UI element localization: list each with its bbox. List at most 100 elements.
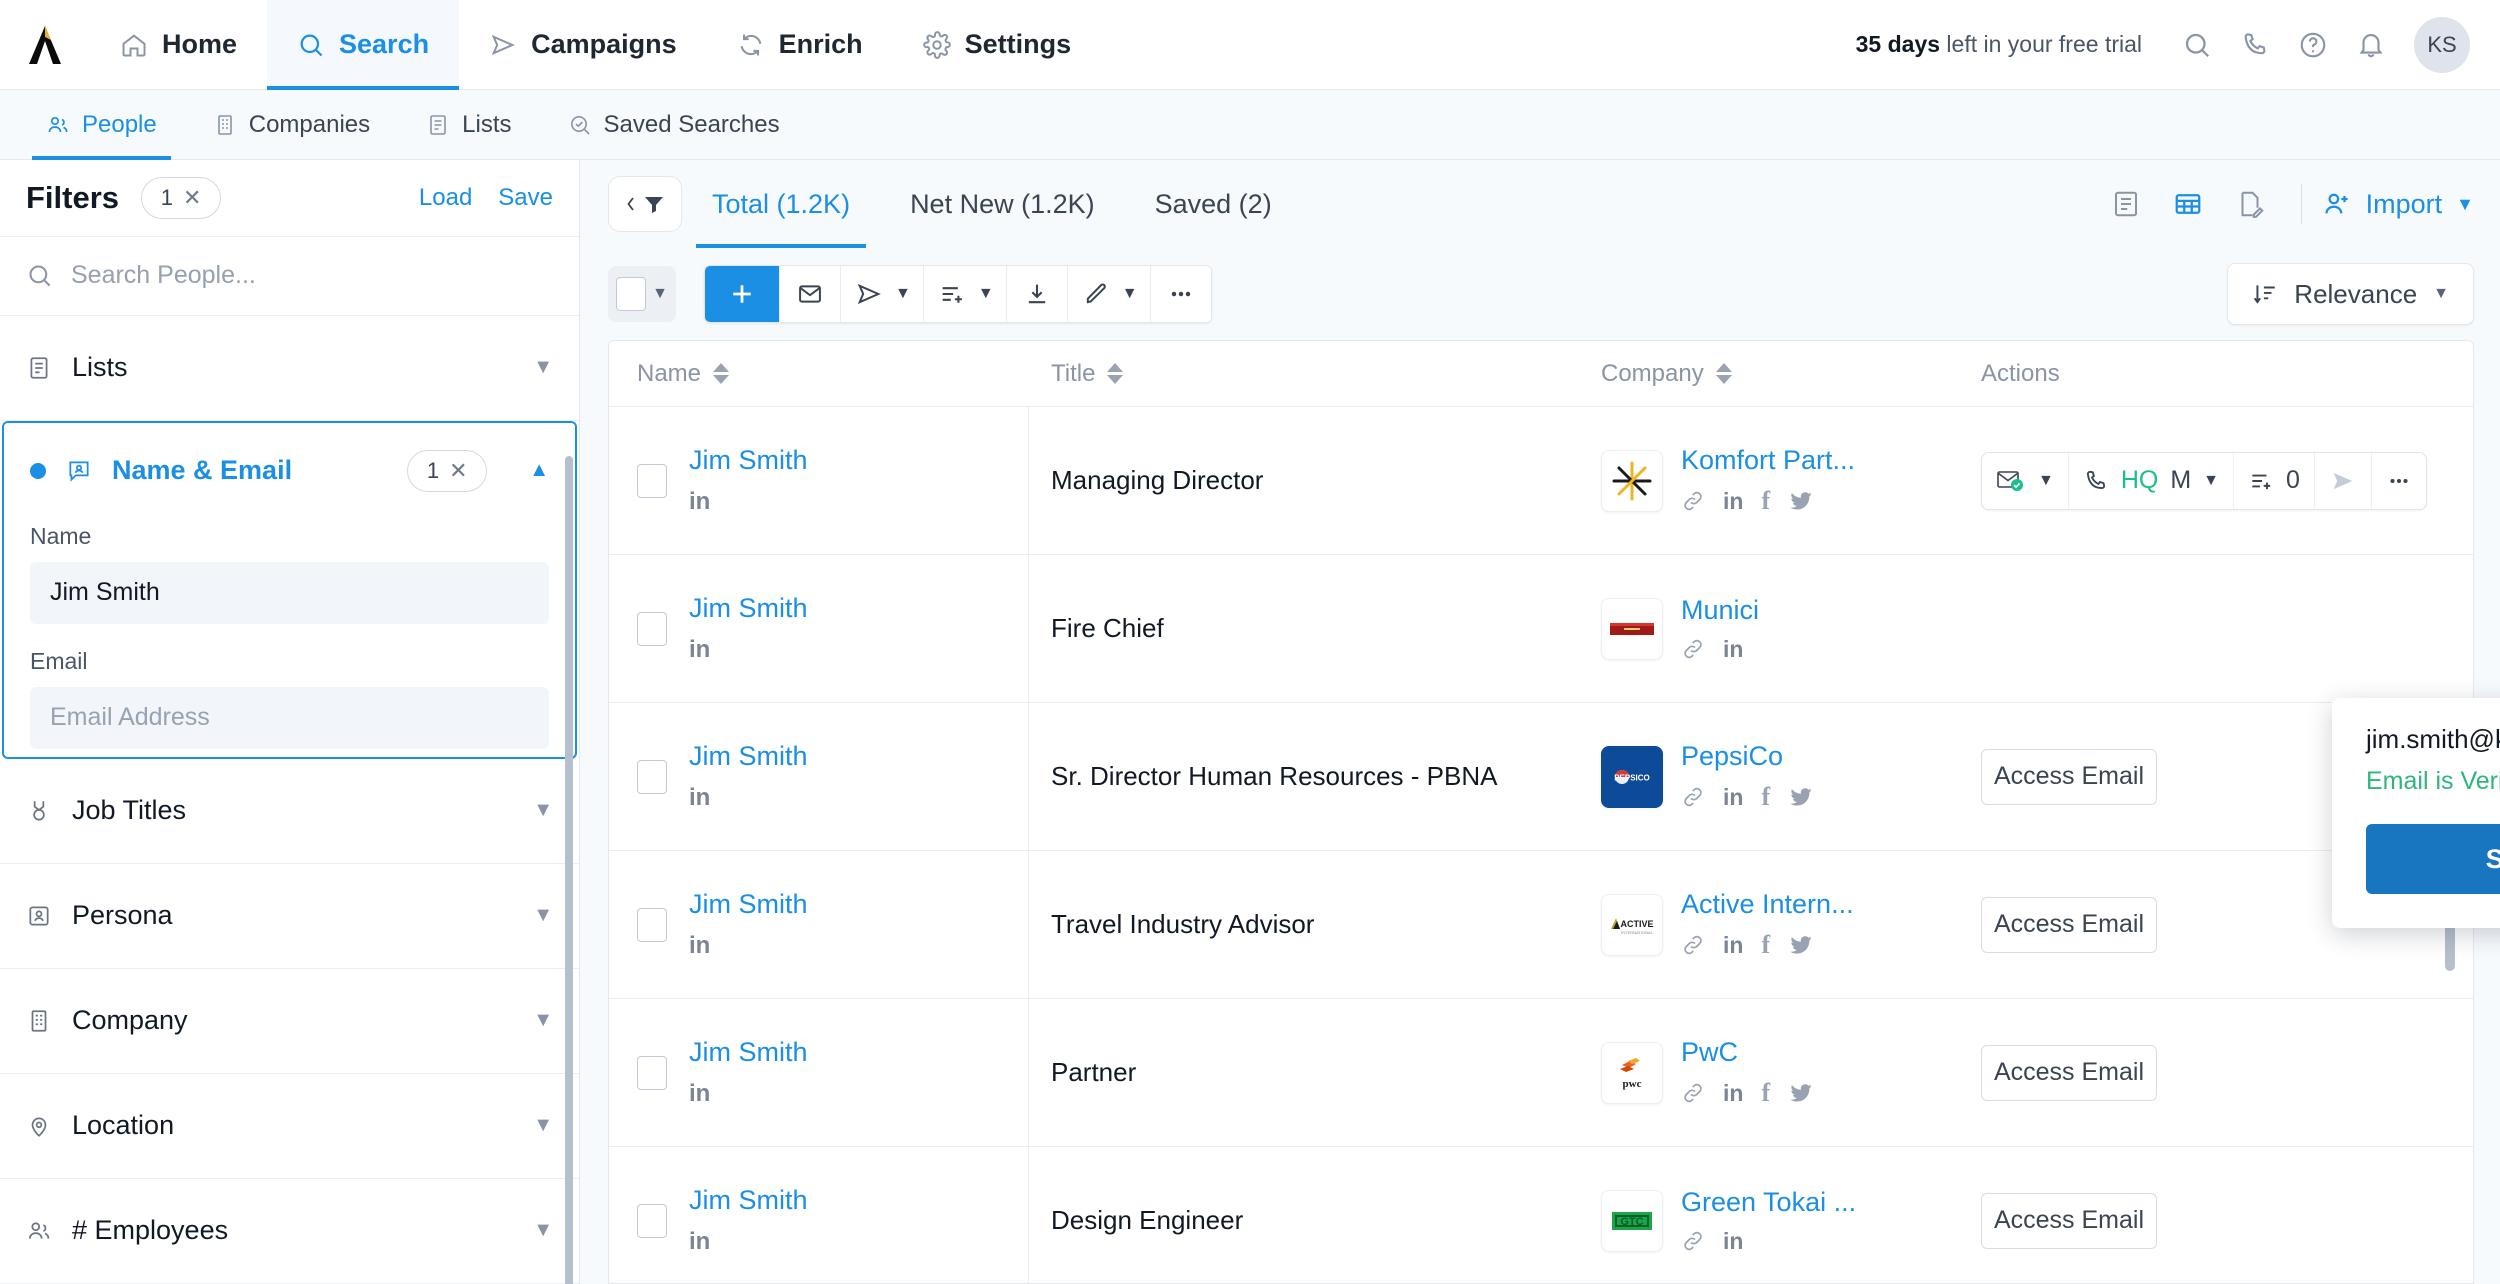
sort-arrows-icon[interactable] [1107, 363, 1124, 384]
linkedin-icon[interactable]: in [1723, 1228, 1743, 1255]
phone-icon[interactable] [2226, 16, 2284, 74]
collapse-filter-icon[interactable] [608, 176, 682, 232]
row-checkbox[interactable] [637, 1055, 667, 1090]
chevron-down-icon[interactable]: ▼ [2456, 194, 2474, 215]
name-email-count-pill[interactable]: 1 ✕ [407, 449, 488, 492]
app-logo[interactable] [0, 24, 90, 66]
table-view-icon[interactable] [2157, 173, 2219, 235]
link-icon[interactable] [1681, 489, 1705, 513]
person-name-link[interactable]: Jim Smith [689, 889, 808, 920]
save-filters-button[interactable]: Save [498, 184, 553, 212]
linkedin-icon[interactable]: in [689, 784, 808, 812]
nav-item-settings[interactable]: Settings [893, 0, 1102, 90]
link-icon[interactable] [1681, 785, 1705, 809]
facebook-icon[interactable]: f [1761, 486, 1770, 516]
chevron-down-icon[interactable]: ▼ [652, 285, 668, 303]
tab-companies[interactable]: Companies [185, 90, 398, 160]
help-icon[interactable] [2284, 16, 2342, 74]
chevron-down-icon[interactable]: ▼ [533, 1114, 553, 1137]
download-button[interactable] [1006, 266, 1068, 322]
row-checkbox[interactable] [637, 611, 667, 646]
link-icon[interactable] [1681, 1081, 1705, 1105]
linkedin-icon[interactable]: in [689, 636, 808, 664]
facet-job-titles[interactable]: Job Titles ▼ [0, 758, 579, 864]
link-icon[interactable] [1681, 933, 1705, 957]
select-all-dropdown[interactable]: ▼ [608, 266, 676, 322]
access-email-button[interactable]: Access Email [1981, 1044, 2157, 1101]
company-name-link[interactable]: PwC [1681, 1037, 1814, 1068]
filters-count-pill[interactable]: 1 ✕ [141, 176, 222, 219]
chevron-up-icon[interactable]: ▲ [529, 459, 549, 482]
chevron-down-icon[interactable]: ▼ [533, 904, 553, 927]
access-email-button[interactable]: Access Email [1981, 896, 2157, 953]
facebook-icon[interactable]: f [1761, 782, 1770, 812]
twitter-icon[interactable] [1788, 1080, 1814, 1106]
linkedin-icon[interactable]: in [1723, 932, 1743, 959]
company-name-link[interactable]: Komfort Part... [1681, 445, 1855, 476]
row-checkbox[interactable] [637, 463, 667, 498]
person-name-link[interactable]: Jim Smith [689, 1185, 808, 1216]
email-status-button[interactable]: ▼ [1982, 452, 2069, 509]
avatar[interactable]: KS [2414, 16, 2470, 73]
send-an-email-button[interactable]: Send an Email [2366, 824, 2500, 894]
clear-filters-icon[interactable]: ✕ [183, 185, 201, 211]
link-icon[interactable] [1681, 637, 1705, 661]
select-all-checkbox[interactable] [616, 277, 647, 311]
chevron-down-icon[interactable]: ▼ [2038, 472, 2054, 490]
facet-persona[interactable]: Persona ▼ [0, 863, 579, 969]
more-button[interactable] [1150, 266, 1211, 322]
add-to-list-button[interactable]: ▼ [923, 266, 1007, 322]
person-name-link[interactable]: Jim Smith [689, 593, 808, 624]
column-header-name[interactable]: Name [609, 360, 1029, 388]
column-header-company[interactable]: Company [1579, 360, 1959, 388]
sort-arrows-icon[interactable] [713, 363, 730, 384]
person-name-link[interactable]: Jim Smith [689, 1037, 808, 1068]
linkedin-icon[interactable]: in [1723, 488, 1743, 515]
doc-view-icon[interactable] [2219, 173, 2281, 235]
company-name-link[interactable]: Green Tokai ... [1681, 1187, 1856, 1218]
name-field[interactable] [30, 561, 549, 624]
tab-total[interactable]: Total (1.2K) [682, 160, 880, 248]
more-button[interactable] [2372, 453, 2426, 509]
facet-location[interactable]: Location ▼ [0, 1073, 579, 1179]
facebook-icon[interactable]: f [1761, 930, 1770, 960]
nav-item-campaigns[interactable]: Campaigns [459, 0, 707, 90]
email-field[interactable] [30, 686, 549, 749]
edit-button[interactable]: ▼ [1067, 266, 1151, 322]
chevron-down-icon[interactable]: ▼ [533, 799, 553, 822]
tab-saved[interactable]: Saved (2) [1125, 160, 1302, 248]
linkedin-icon[interactable]: in [1723, 784, 1743, 811]
tab-people[interactable]: People [18, 90, 185, 160]
column-header-title[interactable]: Title [1029, 360, 1579, 388]
facet-employees[interactable]: # Employees ▼ [0, 1178, 579, 1284]
link-icon[interactable] [1681, 1229, 1705, 1253]
clear-name-email-icon[interactable]: ✕ [449, 458, 467, 484]
sidebar-search-box[interactable] [0, 237, 579, 316]
tab-lists[interactable]: Lists [398, 90, 539, 160]
facebook-icon[interactable]: f [1761, 1078, 1770, 1108]
chevron-down-icon[interactable]: ▼ [978, 285, 994, 303]
chevron-down-icon[interactable]: ▼ [2433, 285, 2449, 303]
sequence-button[interactable]: ▼ [841, 266, 924, 322]
phone-numbers-button[interactable]: HQ M ▼ [2069, 452, 2235, 509]
chevron-down-icon[interactable]: ▼ [533, 1009, 553, 1032]
chevron-down-icon[interactable]: ▼ [895, 285, 911, 303]
linkedin-icon[interactable]: in [689, 932, 808, 960]
email-button[interactable] [780, 266, 841, 322]
facet-name-email-header[interactable]: Name & Email 1 ✕ ▲ [4, 422, 575, 519]
add-to-list-count-button[interactable]: 0 [2234, 452, 2315, 509]
access-email-button[interactable]: Access Email [1981, 748, 2157, 805]
sidebar-scrollbar[interactable] [565, 456, 573, 1284]
list-view-icon[interactable] [2095, 173, 2157, 235]
import-button[interactable]: Import ▼ [2322, 189, 2474, 220]
nav-item-enrich[interactable]: Enrich [707, 0, 893, 90]
linkedin-icon[interactable]: in [689, 1080, 808, 1108]
access-email-button[interactable]: Access Email [1981, 1192, 2157, 1249]
chevron-down-icon[interactable]: ▼ [2203, 472, 2219, 490]
bell-icon[interactable] [2342, 16, 2400, 74]
facet-lists[interactable]: Lists ▼ [0, 315, 579, 421]
chevron-down-icon[interactable]: ▼ [533, 356, 553, 379]
sort-dropdown[interactable]: Relevance ▼ [2227, 263, 2474, 325]
twitter-icon[interactable] [1788, 932, 1814, 958]
global-search-icon[interactable] [2168, 16, 2226, 74]
